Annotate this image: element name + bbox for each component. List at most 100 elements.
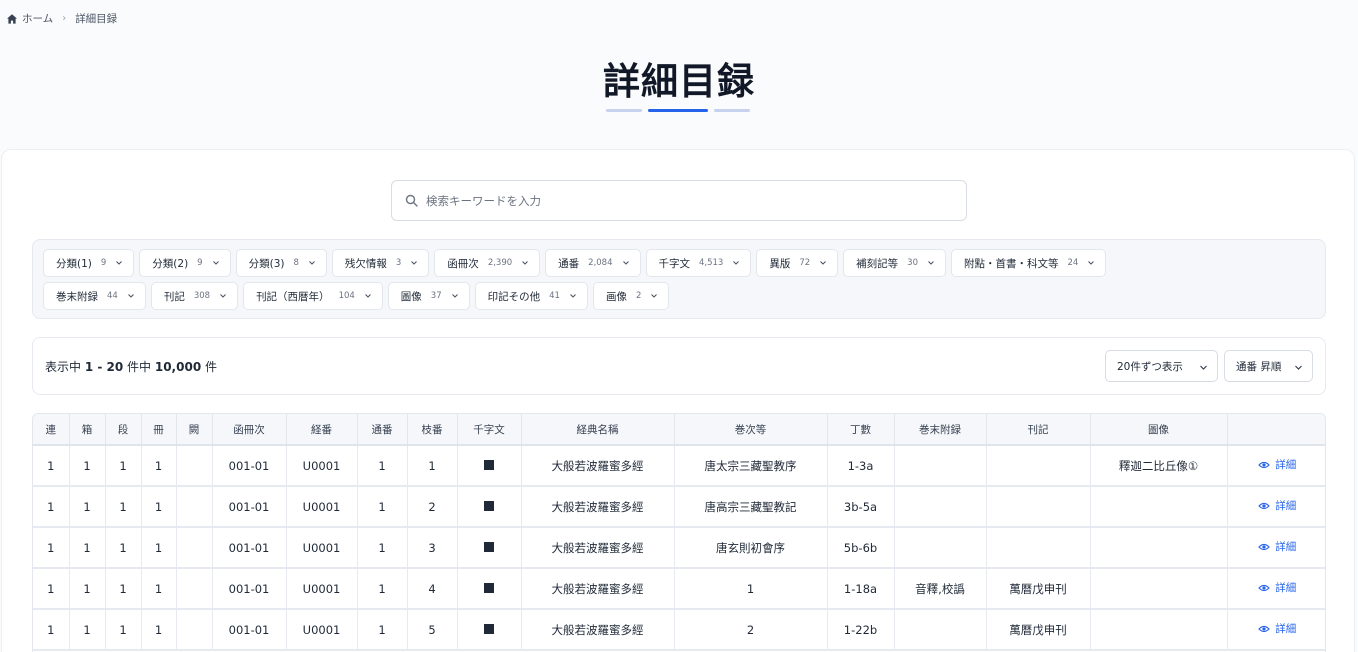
- cell-ketsu: [176, 486, 213, 528]
- table-row[interactable]: 1 1 1 1 001-01 U0001 1 2 大般若波羅蜜多經 唐高宗三藏聖教記 3b-5a 詳細: [33, 486, 1325, 528]
- cell-kanji: 2: [674, 609, 828, 651]
- filter-chip-count: 9: [197, 258, 203, 268]
- detail-link[interactable]: 詳細: [1258, 457, 1296, 472]
- search-icon: [405, 194, 418, 207]
- filter-chip-count: 2,390: [487, 258, 513, 268]
- result-total: 10,000: [154, 360, 202, 374]
- search-input[interactable]: [426, 193, 926, 208]
- filter-chip[interactable]: 残欠情報 3: [331, 249, 430, 277]
- table-row[interactable]: 1 1 1 1 001-01 U0001 1 5 大般若波羅蜜多經 2 1-22b 萬曆戊申刊 詳細: [33, 609, 1325, 651]
- cell-kanmatsu: [894, 527, 987, 569]
- filter-chip-label: 圖像: [400, 290, 422, 303]
- table-row[interactable]: 1 1 1 1 001-01 U0001 1 3 大般若波羅蜜多經 唐玄則初會序 5b-6b 詳細: [33, 527, 1325, 569]
- cell-chosu: 5b-6b: [827, 527, 895, 569]
- filter-chip[interactable]: 分類(2) 9: [139, 249, 231, 277]
- filter-chip-count: 9: [100, 258, 107, 268]
- cell-hako: 1: [69, 609, 106, 651]
- detail-link[interactable]: 詳細: [1258, 621, 1296, 636]
- result-suffix: 件: [201, 360, 217, 374]
- chevron-down-icon: [115, 259, 123, 267]
- search-box[interactable]: [391, 180, 967, 221]
- column-header: 冊: [141, 414, 177, 446]
- senjimon-square-icon: [484, 582, 494, 593]
- table-header-row: 連箱段冊闕函冊次 経番 通番 枝番 千字文 経典名稱 巻次等 丁數 巻末附録 刊記 圖像: [33, 414, 1325, 446]
- cell-dan: 1: [105, 527, 142, 569]
- cell-edaban: 4: [407, 568, 458, 610]
- column-header: 経典名稱: [521, 414, 675, 446]
- cell-ketsu: [176, 527, 213, 569]
- filter-chip[interactable]: 刊記 308: [150, 282, 239, 310]
- filter-chip[interactable]: 刊記（西暦年） 104: [243, 282, 383, 310]
- cell-zuzo: [1090, 609, 1228, 651]
- senjimon-square-icon: [484, 541, 494, 552]
- home-icon[interactable]: [6, 13, 18, 25]
- table-row[interactable]: 1 1 1 1 001-01 U0001 1 1 大般若波羅蜜多經 唐太宗三藏聖教序 1-3a 釋迦二…: [33, 445, 1325, 487]
- action-cell: 詳細: [1227, 445, 1325, 487]
- senjimon-cell: [457, 527, 522, 569]
- cell-kanki: [986, 527, 1091, 569]
- filter-chip[interactable]: 異版 72: [756, 249, 839, 277]
- catalog-card: 分類(1) 9 分類(2) 9 分類(3) 8 残欠情報 3 函冊次 2,390 通番 2,084 千字…: [1, 149, 1355, 652]
- cell-tsuban: 1: [357, 527, 408, 569]
- filter-chip-label: 函冊次: [447, 257, 479, 270]
- filter-chip[interactable]: 圖像 37: [387, 282, 470, 310]
- eye-icon: [1258, 582, 1271, 594]
- column-header: [1227, 414, 1325, 446]
- column-header: 巻末附録: [894, 414, 987, 446]
- result-bar: 表示中 1 - 20 件中 10,000 件 20件ずつ表示 通番 昇順: [32, 337, 1326, 395]
- cell-satsu: 1: [141, 609, 177, 651]
- filter-chip[interactable]: 函冊次 2,390: [434, 249, 541, 277]
- cell-edaban: 3: [407, 527, 458, 569]
- filter-chip-label: 分類(2): [152, 257, 189, 270]
- action-cell: 詳細: [1227, 527, 1325, 569]
- detail-label: 詳細: [1275, 582, 1297, 595]
- filter-chip-label: 異版: [769, 257, 791, 270]
- sort-select[interactable]: 通番 昇順: [1224, 350, 1313, 382]
- filter-chip-count: 2: [635, 291, 642, 301]
- cell-dan: 1: [105, 568, 142, 610]
- detail-link[interactable]: 詳細: [1258, 498, 1296, 513]
- underline-center: [648, 109, 708, 112]
- detail-link[interactable]: 詳細: [1258, 580, 1296, 595]
- cell-title: 大般若波羅蜜多經: [521, 568, 675, 610]
- filter-chip-label: 残欠情報: [344, 257, 387, 270]
- column-header: 経番: [286, 414, 358, 446]
- filter-chip[interactable]: 補刻記等 30: [843, 249, 946, 277]
- filter-chip[interactable]: 千字文 4,513: [645, 249, 752, 277]
- table-row[interactable]: 1 1 1 1 001-01 U0001 1 4 大般若波羅蜜多經 1 1-18a 音釋,校譌 萬曆戊申…: [33, 568, 1325, 610]
- cell-kanmatsu: [894, 609, 987, 651]
- filter-chip-count: 41: [549, 291, 560, 301]
- filter-chip[interactable]: 附點・首書・科文等 24: [951, 249, 1107, 277]
- cell-chosu: 3b-5a: [827, 486, 895, 528]
- filter-chip[interactable]: 分類(1) 9: [43, 249, 135, 277]
- cell-kanki: 萬曆戊申刊: [986, 568, 1091, 610]
- chevron-down-icon: [1199, 363, 1208, 372]
- cell-title: 大般若波羅蜜多經: [521, 445, 675, 487]
- filter-chip[interactable]: 印記その他 41: [474, 282, 588, 310]
- filter-chip[interactable]: 分類(3) 8: [235, 249, 327, 277]
- cell-tsuban: 1: [357, 486, 408, 528]
- cell-dan: 1: [105, 486, 142, 528]
- column-header: 函冊次: [212, 414, 287, 446]
- column-header: 枝番: [407, 414, 458, 446]
- chevron-down-icon: [622, 259, 630, 267]
- result-middle: 件中: [123, 360, 155, 374]
- filter-chip[interactable]: 通番 2,084: [545, 249, 641, 277]
- cell-kanki: [986, 445, 1091, 487]
- cell-zuzo: [1090, 568, 1228, 610]
- filter-chip-label: 刊記（西暦年）: [256, 290, 330, 303]
- chevron-down-icon: [1294, 363, 1303, 372]
- breadcrumb-home-link[interactable]: ホーム: [22, 11, 53, 26]
- filter-chip[interactable]: 巻末附録 44: [43, 282, 146, 310]
- filter-chip[interactable]: 画像 2: [592, 282, 670, 310]
- chevron-down-icon: [1087, 259, 1095, 267]
- cell-title: 大般若波羅蜜多經: [521, 527, 675, 569]
- cell-kanmatsu: 音釋,校譌: [894, 568, 987, 610]
- action-cell: 詳細: [1227, 486, 1325, 528]
- column-header: 箱: [69, 414, 106, 446]
- filter-chip-label: 巻末附録: [56, 290, 98, 303]
- detail-link[interactable]: 詳細: [1258, 539, 1296, 554]
- per-page-select[interactable]: 20件ずつ表示: [1105, 350, 1218, 382]
- filter-chip-count: 8: [293, 258, 299, 268]
- cell-zuzo: 釋迦二比丘像①: [1090, 445, 1228, 487]
